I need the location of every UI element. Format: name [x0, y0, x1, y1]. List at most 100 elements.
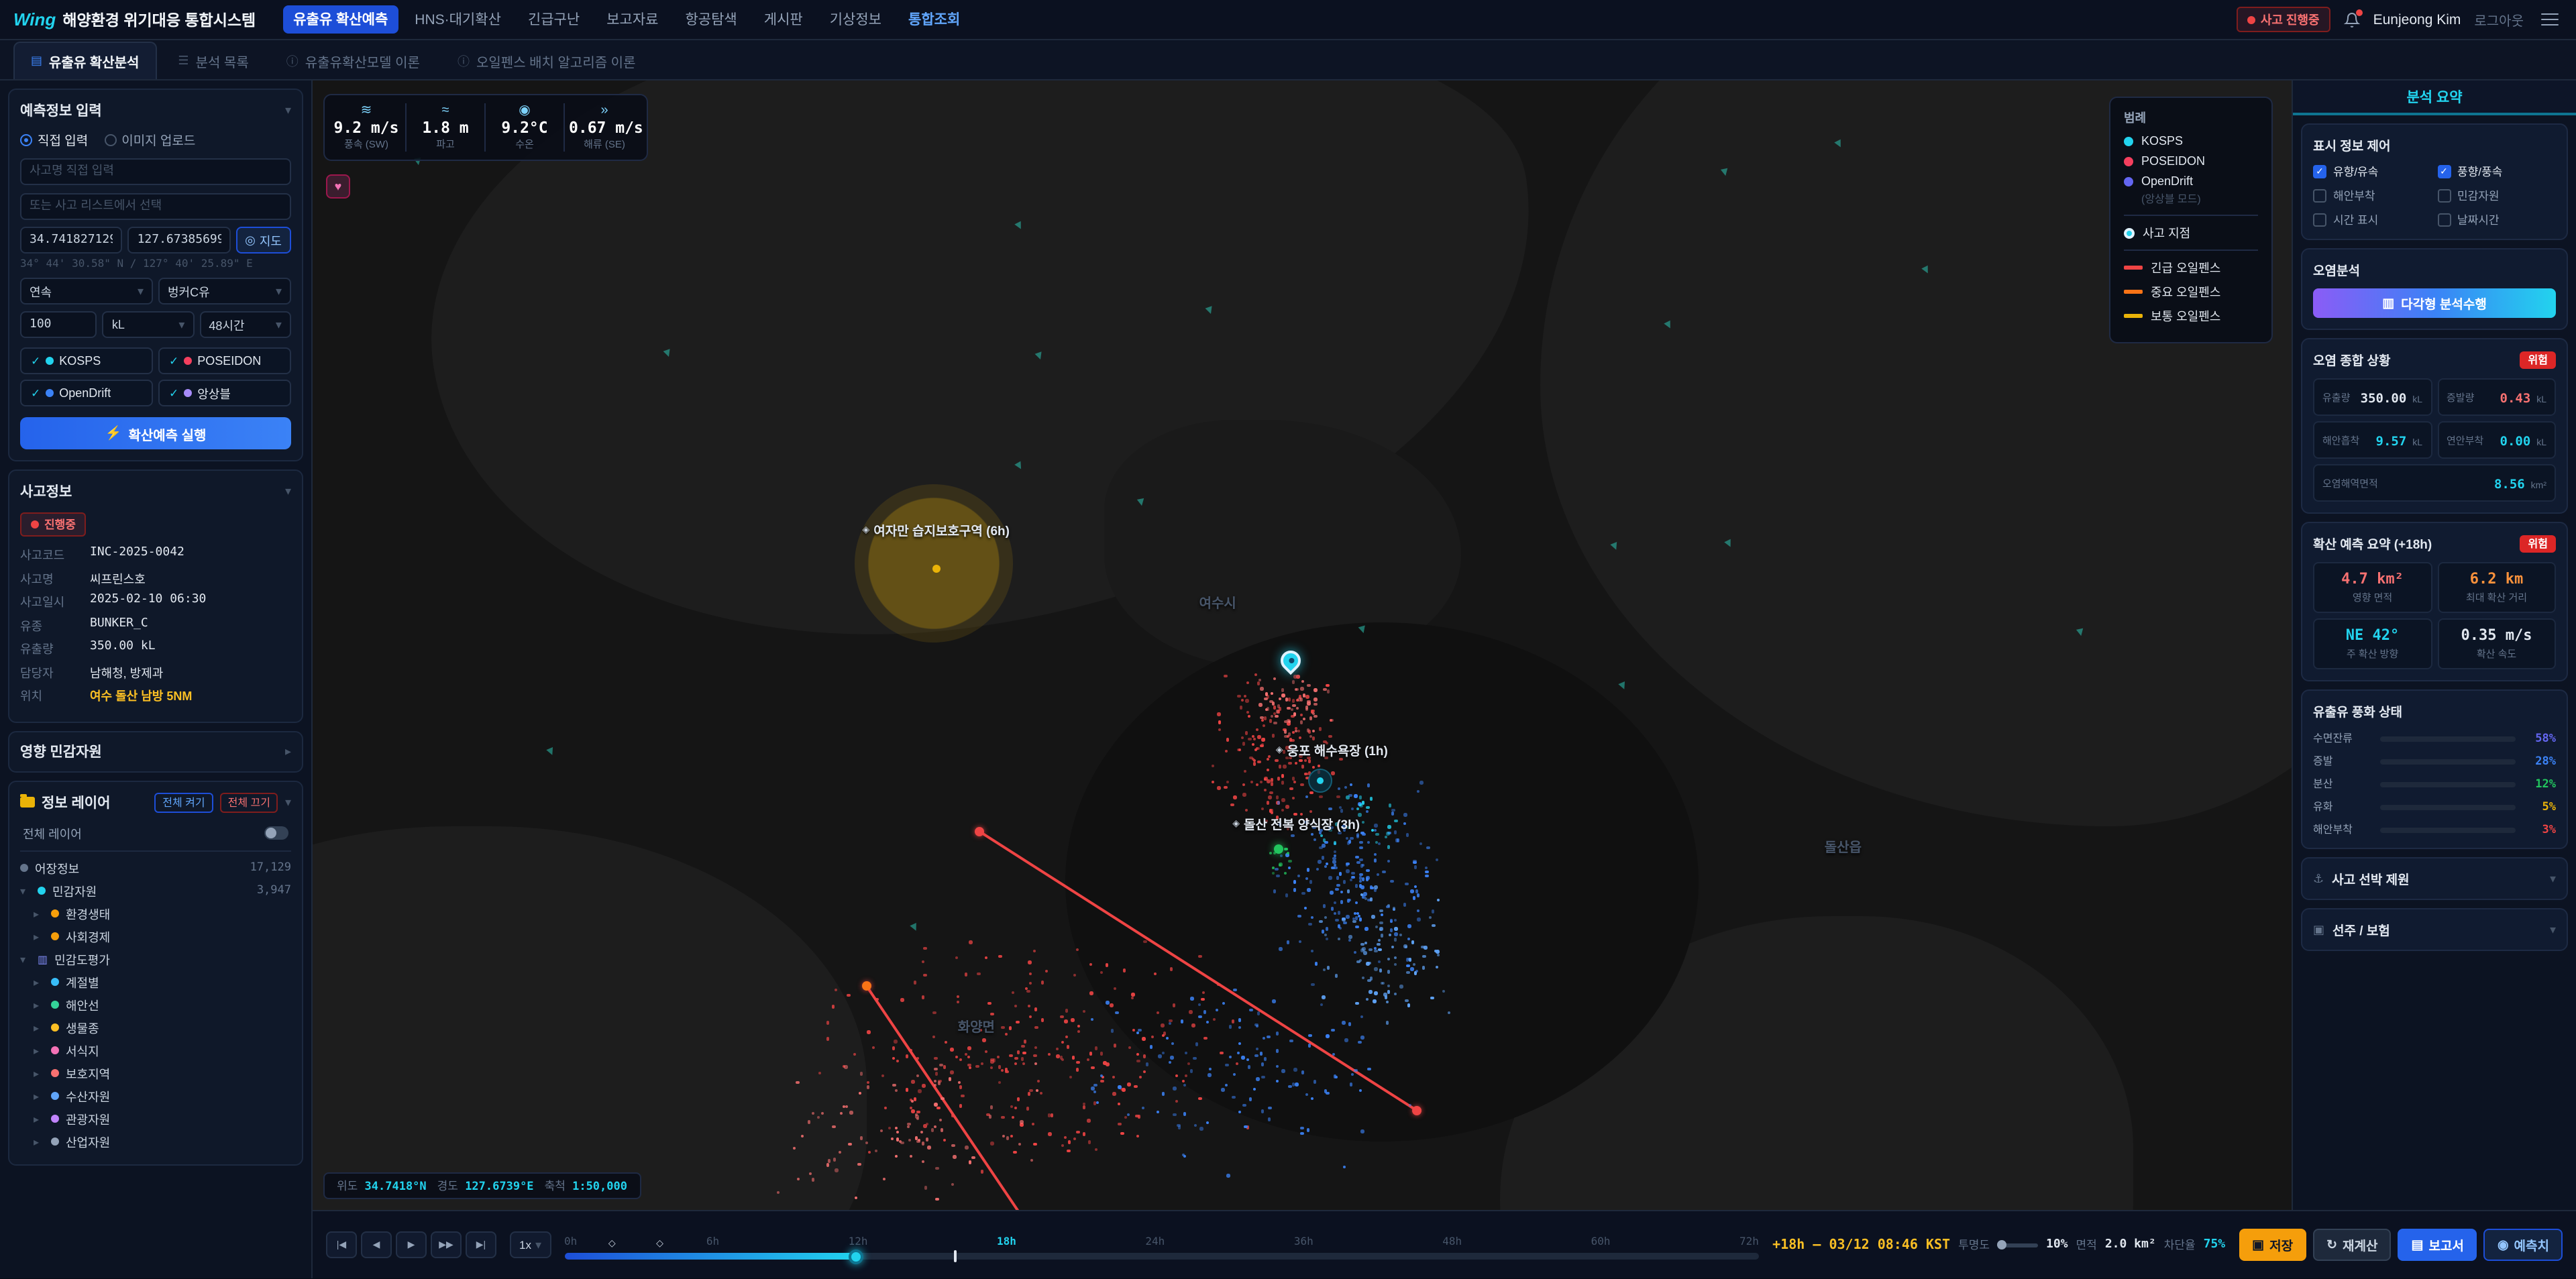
layer-fishery[interactable]: 어장정보17,129	[20, 856, 291, 879]
all-layers-on-button[interactable]: 전체 켜기	[154, 792, 213, 812]
nav-hns-diffusion[interactable]: HNS·대기확산	[404, 5, 512, 34]
nav-spill-forecast[interactable]: 유출유 확산예측	[282, 5, 398, 34]
nav-board[interactable]: 게시판	[753, 5, 814, 34]
model-chip-ensemble[interactable]: ✓ 앙상블	[158, 380, 291, 406]
tab-diffusion-analysis[interactable]: ▤ 유출유 확산분석	[13, 42, 156, 79]
model-chip-kosps[interactable]: ✓ KOSPS	[20, 347, 153, 374]
poi-beach-label[interactable]: ◈ 웅포 해수욕장 (1h)	[1276, 740, 1388, 759]
incident-active-badge[interactable]: 사고 진행중	[2237, 7, 2330, 32]
check-time-display[interactable]: ✓시간 표시	[2313, 212, 2432, 228]
weather-wind: ≋ 9.2 m/s 풍속 (SW)	[327, 103, 407, 152]
check-sensitive-resources[interactable]: ✓민감자원	[2437, 188, 2556, 204]
radio-direct-input[interactable]: 직접 입력	[20, 130, 88, 149]
playhead-line[interactable]	[954, 1250, 957, 1262]
layer-tourism-resources[interactable]: ▸ 관광자원	[20, 1107, 291, 1130]
skip-end-button[interactable]: ▶|	[466, 1231, 496, 1258]
tab-analysis-list[interactable]: ☰ 분석 목록	[162, 43, 264, 79]
pick-on-map-button[interactable]: ◎ 지도	[235, 227, 291, 254]
chevron-down-icon[interactable]: ▾	[285, 795, 291, 810]
logout-button[interactable]: 로그아웃	[2474, 9, 2524, 30]
user-name[interactable]: Eunjeong Kim	[2373, 11, 2461, 27]
timeline-track-area[interactable]: 0h 6h 12h 18h 24h 36h 48h 60h 72h ◇ ◇	[564, 1230, 1759, 1260]
playback-speed-select[interactable]: 1x▾	[510, 1231, 551, 1258]
fast-forward-button[interactable]: ▶▶	[431, 1231, 462, 1258]
summary-header-tab[interactable]: 분석 요약	[2293, 80, 2576, 115]
check-shore-adhesion[interactable]: ✓해안부착	[2313, 188, 2432, 204]
model-chip-opendrift[interactable]: ✓ OpenDrift	[20, 380, 153, 406]
longitude-input[interactable]	[128, 227, 231, 254]
opacity-slider[interactable]	[1998, 1243, 2038, 1247]
layer-coastline[interactable]: ▸ 해안선	[20, 993, 291, 1016]
nav-integrated-search[interactable]: 통합조회	[898, 5, 971, 34]
layer-protected-area[interactable]: ▸ 보호지역	[20, 1062, 291, 1085]
spill-type-select[interactable]: 연속▾	[20, 278, 153, 304]
nav-reports[interactable]: 보고자료	[596, 5, 669, 34]
layer-sensitivity-eval[interactable]: ▾ ▥ 민감도평가	[20, 948, 291, 970]
legend-fence-important: 중요 오일펜스	[2124, 283, 2258, 300]
radio-image-upload[interactable]: 이미지 업로드	[104, 130, 195, 149]
run-forecast-button[interactable]: ⚡ 확산예측 실행	[20, 417, 291, 449]
menu-icon[interactable]	[2537, 9, 2563, 30]
save-button[interactable]: ▣저장	[2239, 1229, 2306, 1261]
play-button[interactable]: ▶	[396, 1231, 427, 1258]
oil-type-select[interactable]: 벙커C유▾	[158, 278, 291, 304]
tab-boom-algorithm-theory[interactable]: ⓘ 오일펜스 배치 알고리즘 이론	[441, 43, 652, 79]
notification-dot	[2356, 9, 2363, 15]
report-button[interactable]: ▤보고서	[2398, 1229, 2477, 1261]
analysis-summary-panel[interactable]: 분석 요약 표시 정보 제어 ✓유향/유속 ✓풍향/풍속 ✓해안부착	[2292, 80, 2576, 1210]
layer-seasonal[interactable]: ▸ 계절별	[20, 970, 291, 993]
step-back-button[interactable]: ◀	[361, 1231, 392, 1258]
weather-current: » 0.67 m/s 해류 (SE)	[565, 103, 644, 152]
status-dot-icon	[31, 520, 39, 529]
master-layer-toggle[interactable]	[264, 826, 288, 840]
sensitive-resources-section[interactable]: 영향 민감자원 ▸	[8, 730, 303, 772]
layer-habitat[interactable]: ▸ 서식지	[20, 1039, 291, 1062]
caret-right-icon: ▸	[34, 1135, 44, 1148]
layer-socio-economy[interactable]: ▸ 사회경제	[20, 925, 291, 948]
polygon-analysis-button[interactable]: ▥ 다각형 분석수행	[2313, 288, 2556, 318]
layer-dot-icon	[51, 1046, 59, 1054]
ship-spec-section[interactable]: ⚓ 사고 선박 제원 ▾	[2301, 857, 2568, 900]
amount-input[interactable]	[20, 311, 97, 338]
weathering-evaporation: 증발 28%	[2313, 754, 2556, 769]
tab-model-theory[interactable]: ⓘ 유출유확산모델 이론	[270, 43, 436, 79]
wetland-marker-dot[interactable]	[932, 564, 940, 572]
nav-emergency-rescue[interactable]: 긴급구난	[517, 5, 590, 34]
chevron-down-icon[interactable]: ▾	[285, 103, 291, 118]
notification-bell-icon[interactable]	[2344, 11, 2360, 27]
timeline-handle[interactable]	[849, 1249, 863, 1264]
layer-sensitive-resources[interactable]: ▾ 민감자원3,947	[20, 879, 291, 902]
weathering-state-card: 유출유 풍화 상태 수면잔류 58% 증발 28% 분산	[2301, 689, 2568, 849]
incident-list-input[interactable]	[20, 193, 291, 220]
all-layers-off-button[interactable]: 전체 끄기	[220, 792, 278, 812]
chevron-down-icon[interactable]: ▾	[285, 484, 291, 499]
layer-industrial-resources[interactable]: ▸ 산업자원	[20, 1130, 291, 1153]
check-current[interactable]: ✓유향/유속	[2313, 164, 2432, 180]
recalculate-button[interactable]: ↻재계산	[2313, 1229, 2391, 1261]
map-tool-icon[interactable]: ♥	[326, 174, 350, 199]
skip-start-button[interactable]: |◀	[326, 1231, 357, 1258]
nav-weather-info[interactable]: 기상정보	[819, 5, 892, 34]
check-wind[interactable]: ✓풍향/풍속	[2437, 164, 2556, 180]
current-time-label: +18h — 03/12 08:46 KST	[1772, 1237, 1950, 1252]
map-canvas[interactable]: ▼▼▼▼▼▼▼▼▼▼▼▼▼▼▼▼▼▼ ◈ 여자만 습지보호구역 (6h) ◈	[313, 80, 2292, 1210]
layer-fishery-resources[interactable]: ▸ 수산자원	[20, 1085, 291, 1107]
latitude-input[interactable]	[20, 227, 123, 254]
timeline-track[interactable]: ◇ ◇	[564, 1253, 1759, 1260]
poi-farm-label[interactable]: ◈ 돌산 전복 양식장 (3h)	[1232, 814, 1360, 833]
owner-insurance-section[interactable]: ▣ 선주 / 보험 ▾	[2301, 908, 2568, 951]
farm-marker-dot[interactable]	[1274, 845, 1283, 854]
forecast-value-button[interactable]: ◉예측치	[2484, 1229, 2563, 1261]
nav-aerial-search[interactable]: 항공탐색	[674, 5, 747, 34]
layer-environment-ecology[interactable]: ▸ 환경생태	[20, 902, 291, 925]
unit-select[interactable]: kL▾	[103, 311, 195, 338]
left-sidebar[interactable]: 예측정보 입력 ▾ 직접 입력 이미지 업로드	[0, 80, 313, 1278]
check-datetime[interactable]: ✓날짜시간	[2437, 212, 2556, 228]
incident-name-input[interactable]	[20, 158, 291, 185]
poi-wetland-label[interactable]: ◈ 여자만 습지보호구역 (6h)	[863, 520, 1010, 539]
model-chip-poseidon[interactable]: ✓ POSEIDON	[158, 347, 291, 374]
duration-select[interactable]: 48시간▾	[199, 311, 291, 338]
app-brand[interactable]: Wing 해양환경 위기대응 통합시스템	[13, 9, 256, 30]
caret-right-icon: ▸	[34, 1021, 44, 1034]
layer-species[interactable]: ▸ 생물종	[20, 1016, 291, 1039]
